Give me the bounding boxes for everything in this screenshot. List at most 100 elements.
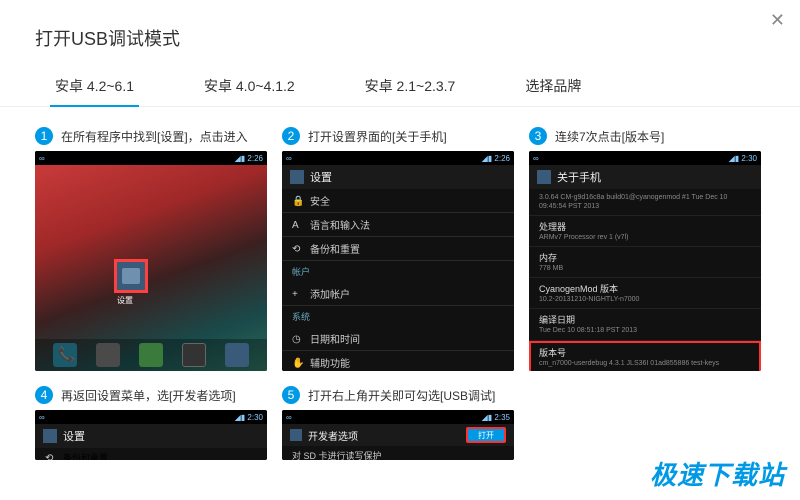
status-icon: ∞ <box>286 154 292 163</box>
backup-icon: ⟲ <box>292 244 302 254</box>
settings-screen: 设置 🔒安全 A语言和输入法 ⟲备份和重置 帐户 +添加帐户 系统 ◷日期和时间… <box>282 165 514 371</box>
step-text: 打开设置界面的[关于手机] <box>308 128 447 145</box>
steps-container: 1 在所有程序中找到[设置]，点击进入 ∞ ◢▮ 2:26 设置 <box>0 107 800 480</box>
step-header: 1 在所有程序中找到[设置]，点击进入 <box>35 127 267 145</box>
step-number-badge: 1 <box>35 127 53 145</box>
settings-header: 设置 <box>35 424 267 448</box>
phone-icon <box>53 343 77 367</box>
about-title: 关于手机 <box>557 169 601 185</box>
about-screen: 关于手机 3.0.64 CM-g9d16c8a build01@cyanogen… <box>529 165 761 371</box>
hand-icon: ✋ <box>292 358 302 368</box>
home-wallpaper: 设置 <box>35 165 267 371</box>
close-icon[interactable]: ✕ <box>770 10 785 31</box>
settings-title: 设置 <box>310 169 332 185</box>
modal-title: 打开USB调试模式 <box>0 0 800 66</box>
settings-item-backup: ⟲备份和重置 <box>282 237 514 261</box>
back-icon <box>43 429 57 443</box>
signal-icon: ◢▮ <box>482 154 493 163</box>
status-bar: ∞ ◢▮ 2:35 <box>282 410 514 424</box>
messages-icon <box>139 343 163 367</box>
clock: 2:30 <box>741 154 757 163</box>
step-header: 4 再返回设置菜单，选[开发者选项] <box>35 386 267 404</box>
settings-title: 设置 <box>63 428 85 444</box>
status-icon: ∞ <box>533 154 539 163</box>
status-icon: ∞ <box>286 413 292 422</box>
step-number-badge: 2 <box>282 127 300 145</box>
about-build-date: 编译日期Tue Dec 10 08:51:18 PST 2013 <box>529 309 761 340</box>
status-bar: ∞ ◢▮ 2:26 <box>282 151 514 165</box>
step-text: 连续7次点击[版本号] <box>555 128 664 145</box>
screenshot-developer-options: ∞ ◢▮ 2:35 开发者选项 打开 对 SD 卡进行读写保护 <box>282 410 514 460</box>
browser-icon <box>225 343 249 367</box>
settings-app-label: 设置 <box>117 295 133 306</box>
backup-icon: ⟲ <box>45 453 55 461</box>
status-icon: ∞ <box>39 413 45 422</box>
signal-icon: ◢▮ <box>235 154 246 163</box>
apps-icon <box>182 343 206 367</box>
about-cm-version: CyanogenMod 版本10.2-20131210-NIGHTLY-n700… <box>529 278 761 309</box>
back-icon <box>537 170 551 184</box>
developer-screen: 开发者选项 打开 对 SD 卡进行读写保护 <box>282 424 514 460</box>
step-header: 3 连续7次点击[版本号] <box>529 127 761 145</box>
clock: 2:26 <box>494 154 510 163</box>
section-system: 系统 <box>282 306 514 327</box>
clock: 2:26 <box>247 154 263 163</box>
plus-icon: + <box>292 289 302 299</box>
section-accounts: 帐户 <box>282 261 514 282</box>
clock: 2:30 <box>247 413 263 422</box>
tab-android-40-412[interactable]: 安卓 4.0~4.1.2 <box>199 66 300 106</box>
status-bar: ∞ ◢▮ 2:26 <box>35 151 267 165</box>
step-5: 5 打开右上角开关即可勾选[USB调试] ∞ ◢▮ 2:35 开发者选项 打开 … <box>282 386 514 460</box>
step-text: 在所有程序中找到[设置]，点击进入 <box>61 128 248 145</box>
language-icon: A <box>292 220 302 230</box>
watermark: 极速下载站 <box>650 455 785 492</box>
tab-android-21-237[interactable]: 安卓 2.1~2.3.7 <box>360 66 461 106</box>
back-icon <box>290 429 302 441</box>
settings-item-backup: ⟲备份和重置 <box>35 448 267 460</box>
dock <box>35 339 267 371</box>
step-number-badge: 3 <box>529 127 547 145</box>
developer-header: 开发者选项 打开 <box>282 424 514 446</box>
developer-title: 开发者选项 <box>308 428 358 443</box>
status-bar: ∞ ◢▮ 2:30 <box>529 151 761 165</box>
clock-icon: ◷ <box>292 334 302 344</box>
developer-toggle: 打开 <box>466 427 506 443</box>
signal-icon: ◢▮ <box>729 154 740 163</box>
settings-screen-small: 设置 ⟲备份和重置 <box>35 424 267 460</box>
settings-item-add-account: +添加帐户 <box>282 282 514 306</box>
tab-select-brand[interactable]: 选择品牌 <box>520 66 586 106</box>
usb-debug-modal: ✕ 打开USB调试模式 安卓 4.2~6.1 安卓 4.0~4.1.2 安卓 2… <box>0 0 800 500</box>
step-header: 5 打开右上角开关即可勾选[USB调试] <box>282 386 514 404</box>
settings-item-language: A语言和输入法 <box>282 213 514 237</box>
settings-item-accessibility: ✋辅助功能 <box>282 351 514 371</box>
status-bar: ∞ ◢▮ 2:30 <box>35 410 267 424</box>
about-memory: 内存778 MB <box>529 247 761 278</box>
step-number-badge: 5 <box>282 386 300 404</box>
dev-item-sd: 对 SD 卡进行读写保护 <box>282 446 514 460</box>
step-2: 2 打开设置界面的[关于手机] ∞ ◢▮ 2:26 设置 🔒安全 A语言和输入法… <box>282 127 514 371</box>
screenshot-settings: ∞ ◢▮ 2:26 设置 🔒安全 A语言和输入法 ⟲备份和重置 帐户 +添加帐户… <box>282 151 514 371</box>
settings-header: 设置 <box>282 165 514 189</box>
step-text: 打开右上角开关即可勾选[USB调试] <box>308 387 495 404</box>
settings-item-datetime: ◷日期和时间 <box>282 327 514 351</box>
step-header: 2 打开设置界面的[关于手机] <box>282 127 514 145</box>
about-build-number: 版本号cm_n7000-userdebug 4.3.1 JLS36I 01ad8… <box>529 341 761 371</box>
about-header: 关于手机 <box>529 165 761 189</box>
tab-bar: 安卓 4.2~6.1 安卓 4.0~4.1.2 安卓 2.1~2.3.7 选择品… <box>0 66 800 107</box>
signal-icon: ◢▮ <box>482 413 493 422</box>
lock-icon: 🔒 <box>292 196 302 206</box>
clock: 2:35 <box>494 413 510 422</box>
about-kernel: 3.0.64 CM-g9d16c8a build01@cyanogenmod #… <box>529 189 761 216</box>
contacts-icon <box>96 343 120 367</box>
step-4: 4 再返回设置菜单，选[开发者选项] ∞ ◢▮ 2:30 设置 ⟲备份和重置 <box>35 386 267 460</box>
step-3: 3 连续7次点击[版本号] ∞ ◢▮ 2:30 关于手机 3.0.64 CM-g… <box>529 127 761 371</box>
status-icon: ∞ <box>39 154 45 163</box>
tab-android-42-61[interactable]: 安卓 4.2~6.1 <box>50 66 139 106</box>
step-1: 1 在所有程序中找到[设置]，点击进入 ∞ ◢▮ 2:26 设置 <box>35 127 267 371</box>
signal-icon: ◢▮ <box>235 413 246 422</box>
screenshot-settings-return: ∞ ◢▮ 2:30 设置 ⟲备份和重置 <box>35 410 267 460</box>
back-icon <box>290 170 304 184</box>
screenshot-home: ∞ ◢▮ 2:26 设置 <box>35 151 267 371</box>
settings-app-icon <box>115 260 147 292</box>
step-number-badge: 4 <box>35 386 53 404</box>
